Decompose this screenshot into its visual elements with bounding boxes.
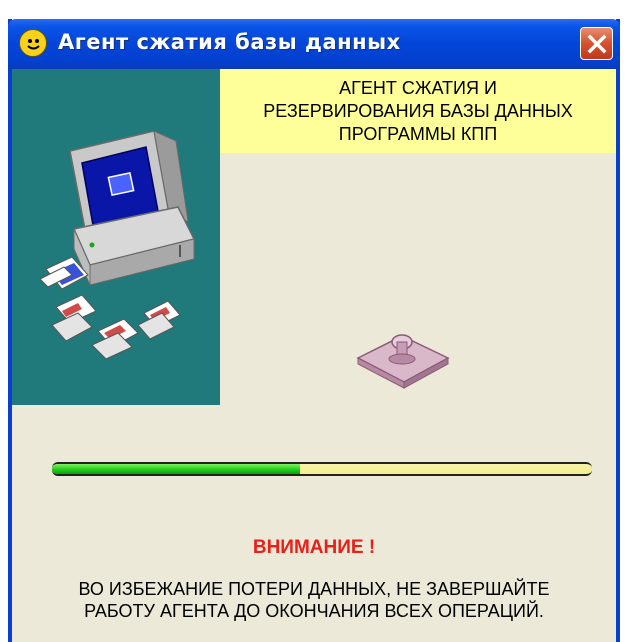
warning-message: ВО ИЗБЕЖАНИЕ ПОТЕРИ ДАННЫХ, НЕ ЗАВЕРШАЙТ… <box>0 578 628 622</box>
title-bar[interactable]: Агент сжатия базы данных <box>8 19 620 69</box>
warning-line-2: РАБОТУ АГЕНТА ДО ОКОНЧАНИЯ ВСЕХ ОПЕРАЦИЙ… <box>84 601 544 621</box>
header-line-3: ПРОГРАММЫ КПП <box>338 123 498 144</box>
stamp-icon <box>356 334 450 389</box>
smiley-icon <box>19 29 47 57</box>
progress-fill <box>52 464 301 474</box>
header-line-1: АГЕНТ СЖАТИЯ И <box>339 77 497 98</box>
computer-with-documents-icon <box>39 130 196 360</box>
close-icon <box>587 34 607 54</box>
header-line-2: РЕЗЕРВИРОВАНИЯ БАЗЫ ДАННЫХ <box>263 100 573 121</box>
window-title: Агент сжатия базы данных <box>58 30 401 54</box>
illustration-panel <box>12 69 220 405</box>
close-button[interactable] <box>580 27 613 60</box>
progress-bar <box>52 462 592 476</box>
warning-title: ВНИМАНИЕ ! <box>252 537 376 558</box>
header-banner: АГЕНТ СЖАТИЯ И РЕЗЕРВИРОВАНИЯ БАЗЫ ДАННЫ… <box>220 69 616 153</box>
warning-line-1: ВО ИЗБЕЖАНИЕ ПОТЕРИ ДАННЫХ, НЕ ЗАВЕРШАЙТ… <box>78 579 550 599</box>
